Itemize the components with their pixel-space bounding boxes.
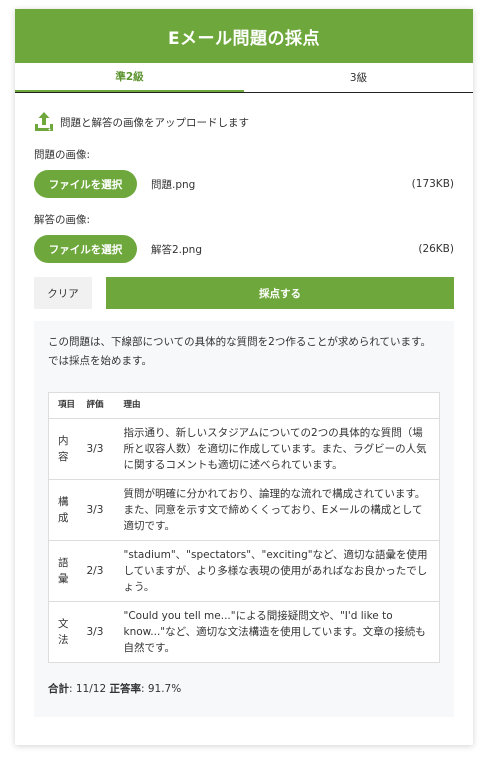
row-reason: "Could you tell me..."による間接疑問文や、"I'd lik… — [114, 601, 440, 663]
question-image-label: 問題の画像: — [34, 149, 91, 161]
row-grade: 3/3 — [77, 418, 115, 480]
table-header-row: 項目 評価 理由 — [48, 392, 440, 419]
question-file-size: (173KB) — [411, 178, 454, 190]
row-reason: "stadium"、"spectators"、"exciting"など、適切な語… — [114, 540, 440, 602]
total-score: 合計: 11/12 正答率: 91.7% — [48, 681, 440, 696]
upload-instruction: 問題と解答の画像をアップロードします — [34, 111, 454, 133]
table-row: 内容 3/3 指示通り、新しいスタジアムについての2つの具体的な質問（場所と収容… — [48, 418, 440, 480]
row-grade: 2/3 — [77, 540, 115, 602]
grade-button[interactable]: 採点する — [106, 277, 454, 309]
header-grade: 評価 — [77, 392, 115, 419]
app-header: Eメール問題の採点 — [15, 9, 473, 63]
action-row: クリア 採点する — [34, 277, 454, 309]
grading-card: Eメール問題の採点 準2級 3級 問題と解答の画像をアップロードします 問題の画… — [15, 9, 473, 745]
row-item: 構成 — [48, 479, 78, 541]
result-intro: この問題は、下線部についての具体的な質問を2つ作ることが求められています。では採… — [48, 336, 431, 367]
accuracy-label: 正答率 — [109, 683, 141, 695]
total-label: 合計 — [48, 683, 69, 695]
level-tabs: 準2級 3級 — [15, 63, 473, 93]
row-grade: 3/3 — [77, 479, 115, 541]
answer-image-label: 解答の画像: — [34, 214, 91, 226]
clear-button[interactable]: クリア — [34, 277, 92, 309]
table-row: 構成 3/3 質問が明確に分かれており、論理的な流れで構成されています。また、同… — [48, 479, 440, 541]
upload-instruction-text: 問題と解答の画像をアップロードします — [60, 116, 249, 129]
result-panel: この問題は、下線部についての具体的な質問を2つ作ることが求められています。では採… — [34, 321, 454, 717]
header-item: 項目 — [48, 392, 78, 419]
score-table: 項目 評価 理由 内容 3/3 指示通り、新しいスタジアムについての2つの具体的… — [48, 392, 440, 663]
answer-file-size: (26KB) — [418, 243, 454, 255]
table-row: 文法 3/3 "Could you tell me..."による間接疑問文や、"… — [48, 601, 440, 663]
page-title: Eメール問題の採点 — [167, 28, 321, 49]
header-reason: 理由 — [114, 392, 440, 419]
answer-file-row: ファイルを選択 解答2.png (26KB) — [34, 235, 454, 263]
question-file-select-button[interactable]: ファイルを選択 — [34, 170, 137, 198]
row-reason: 指示通り、新しいスタジアムについての2つの具体的な質問（場所と収容人数）を適切に… — [114, 418, 440, 480]
tab-pre2[interactable]: 準2級 — [15, 63, 244, 92]
tab-grade3[interactable]: 3級 — [244, 63, 473, 92]
row-item: 語彙 — [48, 540, 78, 602]
table-row: 語彙 2/3 "stadium"、"spectators"、"exciting"… — [48, 540, 440, 602]
row-grade: 3/3 — [77, 601, 115, 663]
total-value: : 11/12 — [69, 683, 110, 695]
row-item: 文法 — [48, 601, 78, 663]
row-item: 内容 — [48, 418, 78, 480]
upload-icon — [35, 112, 53, 131]
accuracy-value: : 91.7% — [140, 683, 182, 695]
answer-file-name: 解答2.png — [151, 243, 203, 256]
question-file-name: 問題.png — [151, 178, 196, 191]
answer-file-select-button[interactable]: ファイルを選択 — [34, 235, 137, 263]
row-reason: 質問が明確に分かれており、論理的な流れで構成されています。また、同意を示す文で締… — [114, 479, 440, 541]
question-file-row: ファイルを選択 問題.png (173KB) — [34, 170, 454, 198]
main-content: 問題と解答の画像をアップロードします 問題の画像: ファイルを選択 問題.png… — [15, 111, 473, 717]
